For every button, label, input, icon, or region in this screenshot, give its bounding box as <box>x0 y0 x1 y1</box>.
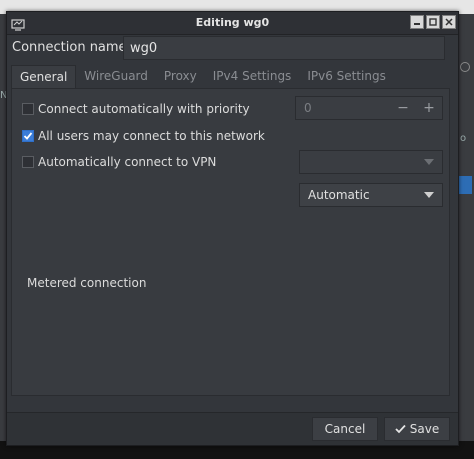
save-button-label: Save <box>409 422 440 436</box>
minimize-button[interactable] <box>410 15 424 29</box>
tab-ipv4-settings[interactable]: IPv4 Settings <box>205 65 300 89</box>
priority-decrement-button[interactable]: − <box>390 100 416 116</box>
save-button[interactable]: Save <box>384 417 450 441</box>
background-window-right <box>458 14 474 459</box>
background-text-o: o <box>460 133 467 144</box>
vpn-select[interactable] <box>299 150 443 174</box>
tab-bar: General WireGuard Proxy IPv4 Settings IP… <box>11 65 394 89</box>
connection-name-label: Connection name <box>12 40 127 55</box>
tab-proxy[interactable]: Proxy <box>156 65 205 89</box>
all-users-checkbox[interactable] <box>22 130 34 142</box>
checkmark-icon <box>395 424 406 434</box>
edit-connection-dialog: Editing wg0 Connection name General Wire… <box>6 11 459 446</box>
auto-vpn-label: Automatically connect to VPN <box>38 155 217 169</box>
priority-increment-button[interactable]: + <box>416 100 442 116</box>
minimize-icon <box>414 23 420 25</box>
priority-value[interactable]: 0 <box>296 101 390 115</box>
metered-connection-select[interactable]: Automatic <box>299 183 443 207</box>
auto-connect-label: Connect automatically with priority <box>38 102 250 116</box>
checkmark-icon <box>23 132 33 140</box>
close-button[interactable] <box>442 15 456 29</box>
connection-name-input[interactable] <box>123 36 445 60</box>
maximize-button[interactable] <box>426 15 440 29</box>
close-icon <box>445 18 453 26</box>
all-users-label: All users may connect to this network <box>38 129 265 143</box>
titlebar[interactable]: Editing wg0 <box>7 12 458 35</box>
tab-wireguard[interactable]: WireGuard <box>76 65 156 89</box>
window-title: Editing wg0 <box>195 16 270 29</box>
priority-spinner[interactable]: 0 − + <box>295 96 443 120</box>
background-selection <box>458 176 472 194</box>
chevron-down-icon <box>424 192 434 198</box>
tab-ipv6-settings[interactable]: IPv6 Settings <box>299 65 394 89</box>
metered-connection-label: Metered connection <box>27 276 147 290</box>
tab-general[interactable]: General <box>11 65 77 89</box>
general-tab-panel: Connect automatically with priority All … <box>11 88 450 396</box>
dialog-footer: Cancel Save <box>7 412 458 445</box>
cancel-button-label: Cancel <box>324 422 366 436</box>
maximize-icon <box>429 18 437 26</box>
auto-connect-checkbox[interactable] <box>22 103 34 115</box>
all-users-row[interactable]: All users may connect to this network <box>22 126 265 146</box>
cancel-button[interactable]: Cancel <box>312 417 378 441</box>
chevron-down-icon <box>424 159 434 165</box>
background-radio <box>460 62 470 72</box>
metered-select-value: Automatic <box>308 188 370 202</box>
auto-vpn-checkbox[interactable] <box>22 156 34 168</box>
auto-vpn-row[interactable]: Automatically connect to VPN <box>22 152 216 172</box>
auto-connect-row[interactable]: Connect automatically with priority <box>22 99 250 119</box>
